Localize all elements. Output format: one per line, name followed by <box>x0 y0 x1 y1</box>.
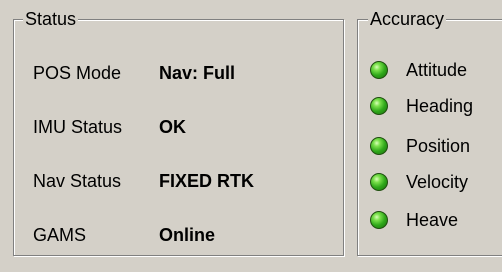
accuracy-groupbox: Accuracy Attitude Heading Position Veloc… <box>357 8 502 256</box>
velocity-label: Velocity <box>406 172 469 192</box>
green-led-icon <box>370 173 388 191</box>
status-row-imu-status: IMU Status OK <box>33 114 186 140</box>
accuracy-group-title: Accuracy <box>368 8 447 30</box>
position-label: Position <box>406 136 471 156</box>
gams-label: GAMS <box>33 225 87 245</box>
heave-label: Heave <box>406 210 459 230</box>
status-group-title: Status <box>23 8 79 30</box>
pos-mode-value: Nav: Full <box>159 63 236 83</box>
nav-status-value: FIXED RTK <box>159 171 255 191</box>
status-groupbox: Status POS Mode Nav: Full IMU Status OK Na… <box>13 8 344 256</box>
green-led-icon <box>370 137 388 155</box>
heading-label: Heading <box>406 96 474 116</box>
pos-mode-label: POS Mode <box>33 63 122 83</box>
status-row-nav-status: Nav Status FIXED RTK <box>33 168 254 194</box>
imu-status-value: OK <box>159 117 186 137</box>
nav-status-label: Nav Status <box>33 171 122 191</box>
status-row-gams: GAMS Online <box>33 222 215 248</box>
gams-value: Online <box>159 225 216 245</box>
green-led-icon <box>370 211 388 229</box>
imu-status-label: IMU Status <box>33 117 123 137</box>
status-row-pos-mode: POS Mode Nav: Full <box>33 60 235 86</box>
status-panel: Status POS Mode Nav: Full IMU Status OK Na… <box>0 0 502 272</box>
green-led-icon <box>370 97 388 115</box>
green-led-icon <box>370 61 388 79</box>
attitude-label: Attitude <box>406 60 468 80</box>
